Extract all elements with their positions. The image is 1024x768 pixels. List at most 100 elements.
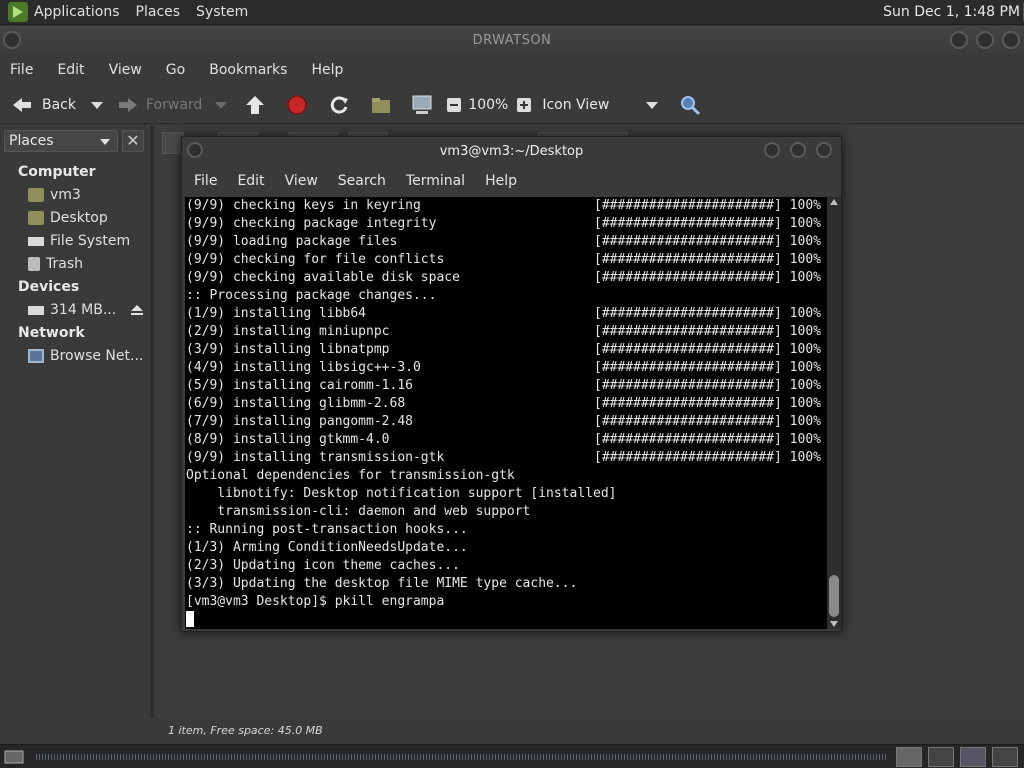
file-manager-titlebar[interactable]: DRWATSON xyxy=(0,26,1024,56)
terminal-line-text: Optional dependencies for transmission-g… xyxy=(186,468,515,483)
terminal-line: (9/9) checking keys in keyring [#########… xyxy=(186,197,821,215)
status-bar: 1 item, Free space: 45.0 MB xyxy=(154,720,1024,744)
maximize-button[interactable] xyxy=(976,31,994,49)
terminal-line: Optional dependencies for transmission-g… xyxy=(186,467,515,485)
stop-icon[interactable] xyxy=(286,94,308,116)
home-folder-icon xyxy=(28,188,44,202)
terminal-line: (3/3) Updating the desktop file MIME typ… xyxy=(186,575,577,593)
panel-clock[interactable]: Sun Dec 1, 1:48 PM xyxy=(883,4,1020,20)
zoom-level[interactable]: 100% xyxy=(468,97,508,113)
terminal-line: (5/9) installing cairomm-1.16 [##########… xyxy=(186,377,821,395)
terminal-line: (2/3) Updating icon theme caches... xyxy=(186,557,460,575)
terminal-menu-file[interactable]: File xyxy=(194,173,217,189)
top-panel: Applications Places System Sun Dec 1, 1:… xyxy=(0,0,1024,25)
sidebar-section-network: Network xyxy=(18,325,85,341)
progress-bar-text: [######################] 100% xyxy=(594,324,821,339)
back-button[interactable]: Back xyxy=(10,95,76,115)
close-button[interactable] xyxy=(1002,31,1020,49)
terminal-scrollbar[interactable] xyxy=(827,197,841,629)
menu-go[interactable]: Go xyxy=(166,62,185,78)
terminal-output[interactable]: (9/9) checking keys in keyring [#########… xyxy=(185,197,827,629)
view-mode-dropdown-icon[interactable] xyxy=(645,100,659,110)
reload-icon[interactable] xyxy=(328,94,350,116)
sidebar-type-select[interactable]: Places xyxy=(4,130,118,152)
scrollbar-thumb[interactable] xyxy=(829,575,839,617)
terminal-close-button[interactable] xyxy=(816,142,832,158)
scroll-down-icon[interactable] xyxy=(830,621,838,627)
home-folder-icon[interactable] xyxy=(370,95,392,115)
close-sidebar-button[interactable]: ✕ xyxy=(122,130,144,152)
menu-help[interactable]: Help xyxy=(311,62,343,78)
file-manager-title: DRWATSON xyxy=(472,33,552,48)
window-menu-button[interactable] xyxy=(3,31,21,49)
sidebar-item-file-system[interactable]: File System xyxy=(28,233,130,249)
workspace-2[interactable] xyxy=(928,747,954,767)
sidebar-type-label: Places xyxy=(9,133,54,149)
terminal-line: (8/9) installing gtkmm-4.0 [#############… xyxy=(186,431,821,449)
terminal-line-text: libnotify: Desktop notification support … xyxy=(186,486,617,501)
terminal-line-text: (9/9) checking for file conflicts xyxy=(186,252,445,267)
sidebar-item-label: Trash xyxy=(46,256,83,272)
terminal-line: :: Processing package changes... xyxy=(186,287,436,305)
workspace-3[interactable] xyxy=(960,747,986,767)
terminal-line: (9/9) checking for file conflicts [######… xyxy=(186,251,821,269)
terminal-minimize-button[interactable] xyxy=(764,142,780,158)
panel-menu-applications[interactable]: Applications xyxy=(34,4,120,20)
sidebar-item-vm3[interactable]: vm3 xyxy=(28,187,81,203)
terminal-window[interactable]: vm3@vm3:~/Desktop File Edit View Search … xyxy=(181,136,842,632)
progress-bar-text: [######################] 100% xyxy=(594,234,821,249)
file-manager-menubar: File Edit View Go Bookmarks Help xyxy=(0,56,1024,84)
network-icon xyxy=(28,349,44,363)
terminal-menu-terminal[interactable]: Terminal xyxy=(406,173,465,189)
terminal-line-text: :: Processing package changes... xyxy=(186,288,437,303)
sidebar-item-browse-network[interactable]: Browse Net... xyxy=(28,348,143,364)
sidebar-item-desktop[interactable]: Desktop xyxy=(28,210,108,226)
terminal-line-text: :: Running post-transaction hooks... xyxy=(186,522,468,537)
terminal-line-text: (3/3) Updating the desktop file MIME typ… xyxy=(186,576,578,591)
terminal-window-menu-button[interactable] xyxy=(187,142,203,158)
terminal-title: vm3@vm3:~/Desktop xyxy=(439,144,584,159)
menu-bookmarks[interactable]: Bookmarks xyxy=(209,62,287,78)
zoom-out-icon[interactable] xyxy=(446,97,462,113)
workspace-4[interactable] xyxy=(992,747,1018,767)
terminal-titlebar[interactable]: vm3@vm3:~/Desktop xyxy=(182,137,841,167)
sidebar-item-label: vm3 xyxy=(50,187,81,203)
back-history-dropdown-icon[interactable] xyxy=(90,100,104,110)
menu-edit[interactable]: Edit xyxy=(57,62,84,78)
sidebar-item-device[interactable]: 314 MB... xyxy=(28,302,144,318)
minimize-button[interactable] xyxy=(950,31,968,49)
terminal-line-text: [vm3@vm3 Desktop]$ pkill engrampa xyxy=(186,594,445,609)
places-sidebar: Places ✕ Computer vm3 Desktop File Syste… xyxy=(0,126,150,744)
panel-menu-system[interactable]: System xyxy=(196,4,248,20)
terminal-menu-view[interactable]: View xyxy=(285,173,318,189)
zoom-in-icon[interactable] xyxy=(516,97,532,113)
terminal-line-text: (6/9) installing glibmm-2.68 xyxy=(186,396,406,411)
view-mode-select[interactable]: Icon View xyxy=(542,97,609,113)
forward-button[interactable]: Forward xyxy=(116,95,202,115)
search-icon[interactable] xyxy=(679,94,701,116)
show-desktop-icon[interactable] xyxy=(4,749,24,765)
progress-bar-text: [######################] 100% xyxy=(594,270,821,285)
scroll-up-icon[interactable] xyxy=(830,199,838,205)
terminal-menu-search[interactable]: Search xyxy=(338,173,386,189)
terminal-line: (2/9) installing miniupnpc [#############… xyxy=(186,323,821,341)
terminal-line: (9/9) checking available disk space [####… xyxy=(186,269,821,287)
menu-view[interactable]: View xyxy=(109,62,142,78)
terminal-line-text: (9/9) installing transmission-gtk xyxy=(186,450,445,465)
terminal-maximize-button[interactable] xyxy=(790,142,806,158)
window-list[interactable] xyxy=(36,754,886,760)
forward-history-dropdown-icon[interactable] xyxy=(214,100,228,110)
terminal-line: (9/9) checking package integrity [#######… xyxy=(186,215,821,233)
computer-icon[interactable] xyxy=(410,94,434,116)
progress-bar-text: [######################] 100% xyxy=(594,198,821,213)
distro-logo-icon[interactable] xyxy=(8,2,28,22)
terminal-line: (9/9) loading package files [############… xyxy=(186,233,821,251)
workspace-1[interactable] xyxy=(896,747,922,767)
up-arrow-icon[interactable] xyxy=(244,94,266,116)
eject-icon[interactable] xyxy=(130,304,144,316)
terminal-menu-help[interactable]: Help xyxy=(485,173,517,189)
terminal-menu-edit[interactable]: Edit xyxy=(237,173,264,189)
panel-menu-places[interactable]: Places xyxy=(136,4,181,20)
menu-file[interactable]: File xyxy=(10,62,33,78)
sidebar-item-trash[interactable]: Trash xyxy=(28,256,83,272)
